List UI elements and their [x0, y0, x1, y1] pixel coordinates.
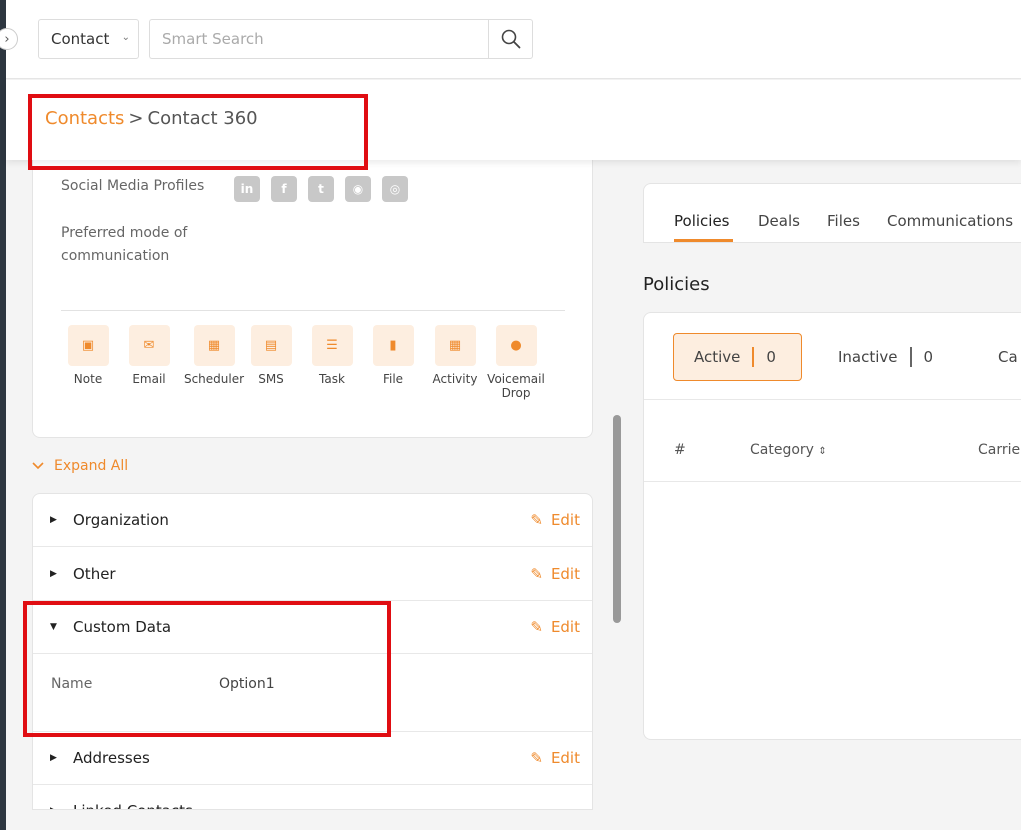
- section-linked-contacts[interactable]: ▶ Linked Contacts: [33, 785, 592, 809]
- linkedin-icon[interactable]: in: [234, 176, 260, 202]
- activity-icon: ▦: [434, 325, 476, 366]
- related-tabs: Policies Deals Files Communications: [643, 183, 1021, 243]
- action-label: Voicemail Drop: [487, 372, 545, 400]
- action-activity[interactable]: ▦ Activity: [420, 325, 490, 386]
- twitter-icon[interactable]: t: [308, 176, 334, 202]
- pencil-icon: ✎: [530, 565, 543, 583]
- action-file[interactable]: ▮ File: [358, 325, 428, 386]
- action-label: SMS: [258, 372, 284, 386]
- sort-icon: ⇕: [818, 446, 827, 457]
- email-icon: ✉: [128, 325, 170, 366]
- policies-divider: [644, 399, 1021, 400]
- tab-deals[interactable]: Deals: [758, 212, 800, 230]
- expand-all-toggle[interactable]: Expand All: [32, 458, 128, 474]
- action-label: Task: [319, 372, 345, 386]
- sms-icon: ▤: [250, 325, 292, 366]
- section-title: Organization: [73, 511, 169, 529]
- contact-profile-card: Social Media Profiles in f t ◉ ◎ Preferr…: [32, 160, 593, 438]
- file-icon: ▮: [372, 325, 414, 366]
- policies-heading: Policies: [643, 274, 710, 295]
- edit-label: Edit: [550, 618, 580, 636]
- status-divider: [909, 347, 912, 367]
- search-button[interactable]: [488, 19, 533, 59]
- website-icon[interactable]: ◎: [382, 176, 408, 202]
- edit-label: Edit: [550, 511, 580, 529]
- note-icon: ▣: [67, 325, 109, 366]
- section-title: Addresses: [73, 749, 150, 767]
- highlight-box-breadcrumb: [28, 94, 368, 170]
- edit-custom-data-button[interactable]: ✎ Edit: [530, 618, 580, 636]
- status-filter-active[interactable]: Active 0: [673, 333, 802, 381]
- caret-right-icon: ▶: [50, 515, 57, 525]
- action-email[interactable]: ✉ Email: [114, 325, 184, 386]
- policies-header-divider: [644, 481, 1021, 482]
- action-label: Activity: [432, 372, 478, 386]
- section-organization[interactable]: ▶ Organization ✎ Edit: [33, 494, 592, 547]
- voicemail-icon: ●: [495, 325, 537, 366]
- column-header-number: #: [674, 442, 686, 458]
- instagram-icon[interactable]: ◉: [345, 176, 371, 202]
- status-count: 0: [923, 348, 934, 366]
- status-label: Ca: [998, 348, 1018, 366]
- tab-policies[interactable]: Policies: [674, 212, 729, 230]
- status-filter-third[interactable]: Ca: [998, 333, 1018, 381]
- action-task[interactable]: ☰ Task: [297, 325, 367, 386]
- action-note[interactable]: ▣ Note: [53, 325, 123, 386]
- topbar: Contact ⌄: [6, 0, 1021, 79]
- chevron-down-icon: ⌄: [121, 32, 130, 43]
- edit-other-button[interactable]: ✎ Edit: [530, 565, 580, 583]
- pencil-icon: ✎: [530, 618, 543, 636]
- expand-all-label: Expand All: [54, 458, 129, 474]
- tab-communications[interactable]: Communications: [887, 212, 1013, 230]
- action-label: Note: [73, 372, 103, 386]
- section-other[interactable]: ▶ Other ✎ Edit: [33, 548, 592, 601]
- edit-label: Edit: [550, 565, 580, 583]
- module-select[interactable]: Contact ⌄: [38, 19, 139, 59]
- caret-right-icon: ▶: [50, 753, 57, 763]
- search-icon: [501, 29, 520, 49]
- scheduler-icon: ▦: [193, 325, 235, 366]
- status-label: Active: [694, 348, 741, 366]
- section-addresses[interactable]: ▶ Addresses ✎ Edit: [33, 732, 592, 785]
- column-header-category[interactable]: Category ⇕: [750, 442, 827, 458]
- highlight-box-custom-data: [23, 601, 391, 737]
- tab-files[interactable]: Files: [827, 212, 860, 230]
- action-label: File: [382, 372, 404, 386]
- caret-right-icon: ▶: [50, 806, 57, 809]
- column-header-carrier: Carrie: [978, 442, 1021, 458]
- module-select-value: Contact: [51, 30, 110, 48]
- section-title: Other: [73, 565, 116, 583]
- policies-card: Active 0 Inactive 0 Ca # Category ⇕ Carrie: [643, 312, 1021, 740]
- column-header-label: Category: [750, 442, 814, 458]
- status-count: 0: [766, 348, 776, 366]
- caret-right-icon: ▶: [50, 569, 57, 579]
- status-label: Inactive: [838, 348, 898, 366]
- status-divider: [752, 347, 755, 367]
- active-tab-underline: [674, 239, 733, 242]
- task-icon: ☰: [311, 325, 353, 366]
- chevron-down-icon: [32, 462, 44, 470]
- facebook-icon[interactable]: f: [271, 176, 297, 202]
- social-icons: in f t ◉ ◎: [234, 176, 408, 202]
- quick-actions: ▣ Note ✉ Email ▦ Scheduler ▤ SMS ☰ Task ▮ File…: [33, 325, 594, 405]
- edit-organization-button[interactable]: ✎ Edit: [530, 511, 580, 529]
- section-title: Linked Contacts: [73, 802, 193, 809]
- edit-addresses-button[interactable]: ✎ Edit: [530, 749, 580, 767]
- pencil-icon: ✎: [530, 511, 543, 529]
- action-sms[interactable]: ▤ SMS: [236, 325, 306, 386]
- smart-search-input[interactable]: [149, 19, 489, 59]
- pencil-icon: ✎: [530, 749, 543, 767]
- social-media-label: Social Media Profiles: [61, 178, 205, 194]
- action-label: Email: [132, 372, 166, 386]
- card-divider: [61, 310, 565, 311]
- action-voicemail-drop[interactable]: ● Voicemail Drop: [481, 325, 551, 400]
- status-filter-inactive[interactable]: Inactive 0: [838, 333, 933, 381]
- edit-label: Edit: [550, 749, 580, 767]
- preferred-mode-label: Preferred mode of communication: [61, 225, 188, 264]
- left-panel-scrollbar[interactable]: [613, 415, 621, 623]
